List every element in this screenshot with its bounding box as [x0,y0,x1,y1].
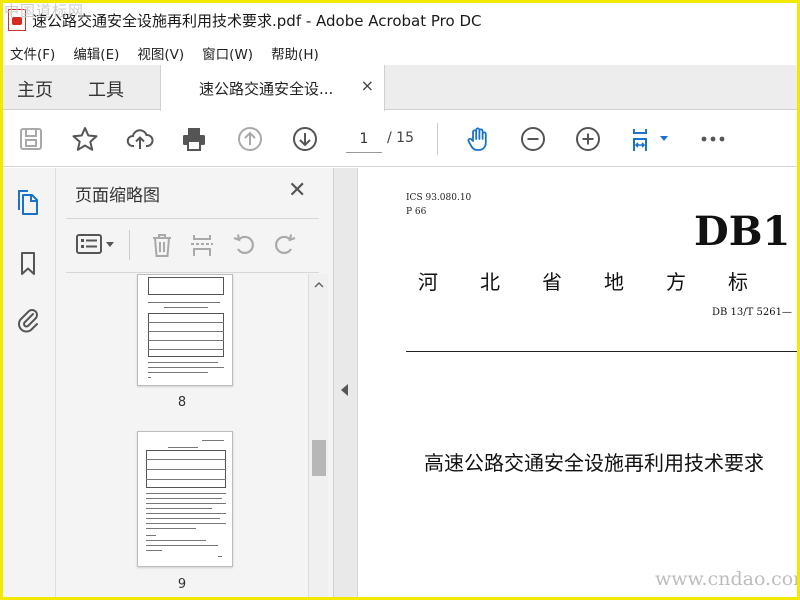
previous-page-icon[interactable] [235,124,265,154]
insert-page-icon[interactable] [187,230,217,260]
scrollbar-thumb[interactable] [312,440,326,476]
panel-close-icon[interactable]: ✕ [288,178,306,203]
panel-toolbar-separator [129,230,130,260]
watermark-top: 中国道标网 [4,2,85,20]
thumbnail-list: 8 9 [56,274,308,600]
menu-edit[interactable]: 编辑(E) [73,43,119,63]
next-page-icon[interactable] [290,124,320,154]
document-view[interactable]: ICS 93.080.10 P 66 DB1 河北省地方标 DB 13/T 52… [358,168,800,600]
watermark-bottom: www.cndao.com [655,568,800,590]
document-title: 高速公路交通安全设施再利用技术要求 [424,451,764,475]
page-thumbnails-panel: 页面缩略图 ✕ 8 9 [56,168,334,600]
thumbnail-table [148,313,224,357]
region-heading: 河北省地方标 [418,270,790,294]
thumbnail-scrollbar[interactable] [308,274,328,600]
tab-close-icon[interactable]: × [361,76,374,95]
cloud-upload-icon[interactable] [125,124,155,154]
left-navigation-rail [0,168,56,600]
panel-divider [66,218,319,219]
page-thumbnails-icon[interactable] [13,188,43,218]
thumbnail-label: 9 [177,577,187,592]
page-total: / 15 [387,130,414,146]
page-thumbnail-8[interactable] [137,274,233,386]
zoom-out-icon[interactable] [518,124,548,154]
rotate-counterclockwise-icon[interactable] [229,230,259,260]
more-options-icon[interactable] [698,124,728,154]
scroll-up-arrow-icon[interactable] [314,280,324,290]
toolbar-separator [437,123,438,155]
tab-tools[interactable]: 工具 [88,76,124,102]
panel-collapse-strip[interactable] [334,168,358,600]
tab-document-label: 速公路交通安全设... [199,80,334,98]
menu-bar: 文件(F) 编辑(E) 视图(V) 窗口(W) 帮助(H) [0,40,800,65]
hand-tool-icon[interactable] [463,124,493,154]
save-icon[interactable] [16,124,46,154]
tab-document[interactable]: 速公路交通安全设... × [160,65,385,111]
menu-file[interactable]: 文件(F) [10,43,55,63]
toolbar: 1 / 15 [0,111,800,167]
panel-title: 页面缩略图 [75,186,160,206]
title-bar: 速公路交通安全设施再利用技术要求.pdf - Adobe Acrobat Pro… [0,0,800,40]
star-icon[interactable] [70,124,100,154]
fit-width-icon[interactable] [628,124,672,154]
p-code: P 66 [406,207,427,217]
tab-bar: 主页 工具 速公路交通安全设... × [0,65,800,111]
ics-code: ICS 93.080.10 [406,193,472,203]
window-title: 速公路交通安全设施再利用技术要求.pdf - Adobe Acrobat Pro… [32,11,482,30]
page-number-input[interactable]: 1 [346,125,382,153]
menu-view[interactable]: 视图(V) [137,43,184,63]
header-rule [406,351,800,352]
standard-logo: DB1 [694,208,791,255]
panel-divider [66,272,319,273]
collapse-arrow-icon[interactable] [341,384,348,396]
zoom-in-icon[interactable] [573,124,603,154]
rotate-clockwise-icon[interactable] [270,230,300,260]
tab-home[interactable]: 主页 [17,76,53,102]
menu-help[interactable]: 帮助(H) [271,43,319,63]
thumbnail-label: 8 [177,395,187,410]
attachment-icon[interactable] [13,304,43,334]
delete-page-icon[interactable] [147,230,177,260]
thumbnail-table [148,277,224,295]
print-icon[interactable] [179,124,209,154]
panel-toolbar [56,220,334,270]
bookmark-icon[interactable] [13,248,43,278]
thumbnail-options-icon[interactable] [74,230,120,260]
page-thumbnail-9[interactable] [137,431,233,567]
standard-number: DB 13/T 5261— [712,307,792,318]
menu-window[interactable]: 窗口(W) [202,43,253,63]
